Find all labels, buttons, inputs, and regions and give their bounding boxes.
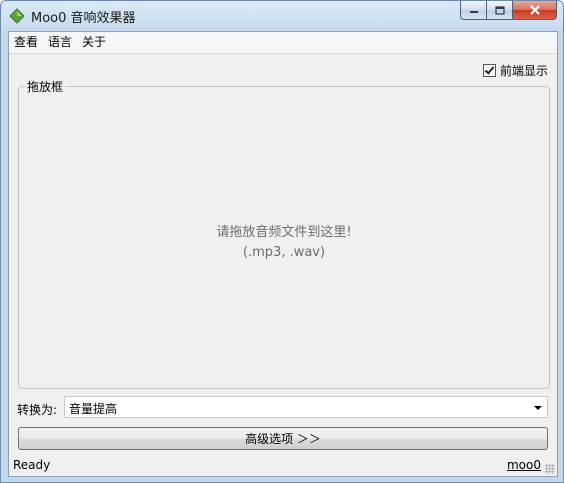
menu-bar: 查看 语言 关于 — [9, 32, 557, 54]
client-area: 查看 语言 关于 前端显示 拖放框 请拖放音频文件到这里! (.mp3, .wa… — [8, 31, 558, 477]
close-button[interactable] — [513, 1, 557, 20]
menu-view[interactable]: 查看 — [9, 32, 43, 53]
close-icon — [529, 5, 540, 15]
menu-about[interactable]: 关于 — [77, 32, 111, 53]
maximize-button[interactable] — [487, 1, 513, 20]
moo0-link[interactable]: moo0 — [507, 458, 541, 472]
title-bar[interactable]: Moo0 音响效果器 — [1, 1, 563, 31]
drop-zone[interactable]: 拖放框 请拖放音频文件到这里! (.mp3, .wav) — [18, 78, 550, 389]
caption-buttons — [460, 1, 557, 20]
minimize-button[interactable] — [460, 1, 487, 20]
app-window: Moo0 音响效果器 查看 语言 关于 前端显示 拖放框 请拖放音频文件到这里!… — [0, 0, 564, 483]
window-title: Moo0 音响效果器 — [31, 11, 136, 26]
convert-label: 转换为: — [17, 403, 58, 417]
drop-hint-formats: (.mp3, .wav) — [242, 245, 326, 260]
minimize-icon — [469, 11, 478, 13]
resize-grip-icon[interactable] — [545, 464, 555, 474]
app-logo-icon — [9, 8, 25, 24]
drop-zone-title: 拖放框 — [25, 78, 66, 95]
drop-hint: 请拖放音频文件到这里! (.mp3, .wav) — [19, 223, 549, 263]
maximize-icon — [494, 5, 505, 15]
dropdown-arrow-icon[interactable] — [534, 406, 542, 410]
advanced-options-button[interactable]: 高级选项 ＞＞ — [18, 427, 548, 450]
effect-select-value: 音量提高 — [69, 402, 118, 416]
effect-select[interactable]: 音量提高 — [64, 396, 548, 418]
menu-language[interactable]: 语言 — [43, 32, 77, 53]
always-on-top-checkbox[interactable] — [482, 64, 496, 77]
drop-hint-text: 请拖放音频文件到这里! — [216, 225, 352, 240]
always-on-top-toggle[interactable]: 前端显示 — [482, 62, 548, 79]
always-on-top-label: 前端显示 — [499, 64, 548, 78]
status-text: Ready — [13, 458, 51, 472]
